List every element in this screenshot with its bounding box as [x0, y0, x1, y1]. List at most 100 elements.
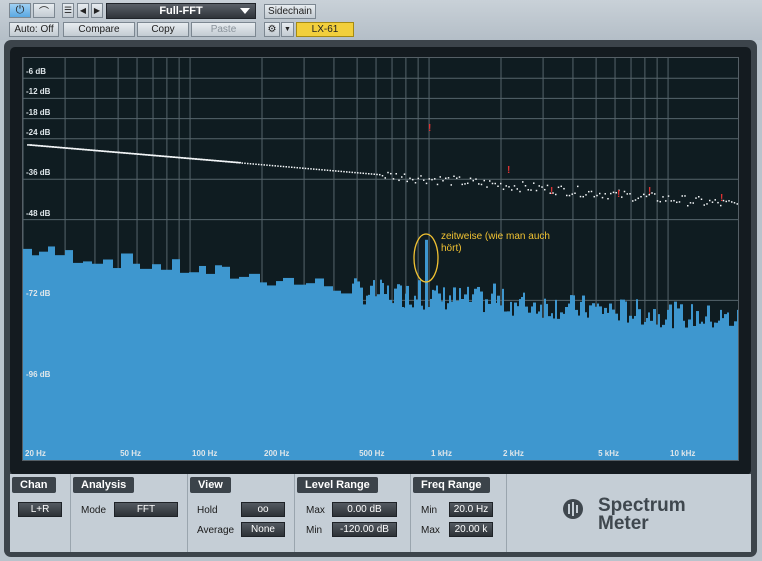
hold-trace-segment	[478, 183, 480, 185]
prev-preset-button[interactable]: ◀	[77, 3, 89, 18]
hold-trace-segment	[634, 199, 637, 201]
copy-button[interactable]: Copy	[137, 22, 189, 37]
spectrum-bar	[39, 251, 48, 460]
spectrum-bar	[533, 302, 536, 460]
hold-trace-segment	[692, 202, 694, 204]
hold-trace-segment	[651, 192, 653, 194]
hold-trace-segment	[266, 164, 268, 166]
spectrum-bar	[180, 272, 189, 460]
hold-trace-segment	[511, 189, 513, 191]
spectrum-spike	[493, 283, 496, 460]
sidechain-button[interactable]: Sidechain	[264, 4, 316, 19]
settings-menu-button[interactable]: ▼	[281, 22, 294, 37]
auto-button[interactable]: Auto: Off	[9, 22, 59, 37]
hold-trace-segment	[417, 177, 419, 180]
spectrum-bar	[602, 313, 604, 460]
spectrum-bar	[230, 278, 239, 460]
hold-trace-segment	[585, 194, 587, 196]
hold-trace-segment	[337, 170, 340, 172]
spectrum-bar	[222, 266, 230, 460]
next-preset-button[interactable]: ▶	[91, 3, 103, 18]
channel-select[interactable]: L+R	[18, 502, 62, 517]
hold-trace-segment	[255, 163, 257, 165]
bypass-button[interactable]: ⌒	[33, 3, 55, 18]
spectrum-bar	[357, 281, 360, 460]
spectrum-bar	[517, 306, 519, 460]
spectrum-bar	[472, 294, 474, 460]
hold-trace-segment	[489, 180, 491, 182]
hold-trace-segment	[621, 196, 623, 198]
hold-trace-segment	[280, 165, 282, 168]
hold-trace-segment	[629, 193, 631, 195]
compare-button[interactable]: Compare	[63, 22, 135, 37]
mode-select[interactable]: FFT	[114, 502, 178, 517]
spectrum-bar	[389, 299, 392, 460]
settings-button[interactable]: ⚙	[264, 22, 280, 37]
hold-trace-segment	[709, 199, 711, 202]
spectrum-graph	[23, 58, 738, 460]
hold-trace-segment	[579, 195, 582, 198]
spectrum-bar	[441, 301, 443, 460]
hold-trace-segment	[736, 203, 738, 205]
hold-select[interactable]: oo	[241, 502, 285, 517]
view-title: View	[190, 477, 231, 493]
hold-trace-segment	[260, 163, 263, 166]
spectrum-bar	[609, 303, 612, 460]
db-scale-label: -24 dB	[26, 127, 51, 137]
preset-selector[interactable]: Full-FFT	[106, 3, 256, 19]
hold-trace-segment	[687, 205, 689, 207]
hold-trace-segment	[348, 171, 351, 173]
spectrum-bar	[634, 315, 636, 460]
freq-min-value[interactable]: 20.0 Hz	[449, 502, 493, 517]
spectrum-bar	[716, 322, 718, 460]
spectrum-bar	[392, 303, 394, 460]
spectrum-bar	[718, 320, 720, 460]
preset-list-button[interactable]: ☰	[62, 3, 74, 18]
hold-trace-segment	[555, 193, 557, 196]
hold-trace-segment	[307, 167, 309, 170]
spectrum-bar	[456, 300, 459, 460]
spectrum-bar	[32, 255, 39, 460]
hold-trace-segment	[436, 183, 439, 186]
bypass-icon: ⌒	[39, 7, 49, 18]
hold-trace-segment	[458, 176, 461, 178]
hold-trace-segment	[695, 197, 697, 199]
average-select[interactable]: None	[241, 522, 285, 537]
spectrum-bar	[555, 299, 557, 460]
average-label: Average	[197, 525, 235, 536]
presonus-logo-icon	[563, 499, 583, 519]
hold-trace-segment	[574, 192, 576, 195]
spectrum-bar	[189, 272, 199, 460]
hold-trace-segment	[475, 178, 477, 180]
spectrum-bar	[542, 317, 544, 460]
chan-section: Chan L+R	[10, 474, 71, 552]
spectrum-display[interactable]: -6 dB -12 dB -18 dB -24 dB -36 dB -48 dB -72 d…	[22, 57, 739, 461]
spectrum-bar	[341, 293, 352, 460]
chevron-down-icon	[240, 8, 250, 14]
freq-max-value[interactable]: 20.00 k	[449, 522, 493, 537]
freq-range-section: Freq Range Min 20.0 Hz Max 20.00 k	[411, 474, 507, 552]
hold-trace-segment	[354, 171, 356, 174]
hold-trace-segment	[282, 165, 285, 168]
spectrum-bar	[502, 288, 504, 460]
db-scale-label: -96 dB	[26, 370, 51, 380]
hold-trace-segment	[500, 182, 502, 185]
level-max-value[interactable]: 0.00 dB	[332, 502, 397, 517]
hold-trace-segment	[596, 194, 598, 197]
spectrum-bar	[575, 309, 578, 460]
spectrum-bar	[409, 304, 412, 460]
hold-trace-segment	[439, 176, 441, 178]
spectrum-bar	[387, 285, 389, 460]
hold-trace-segment	[656, 200, 659, 202]
hold-trace-segment	[689, 202, 692, 204]
annotation-text: zeitweise (wie man auch hört)	[441, 231, 550, 254]
spectrum-spike	[418, 280, 421, 460]
hold-trace-segment	[315, 168, 318, 171]
paste-button[interactable]: Paste	[191, 22, 256, 37]
spectrum-bar	[546, 303, 548, 460]
spectrum-bar	[430, 298, 432, 460]
level-max-label: Max	[306, 505, 325, 516]
level-min-value[interactable]: -120.00 dB	[332, 522, 397, 537]
device-name[interactable]: LX-61	[296, 22, 354, 37]
power-button[interactable]: ⏻	[9, 3, 31, 18]
